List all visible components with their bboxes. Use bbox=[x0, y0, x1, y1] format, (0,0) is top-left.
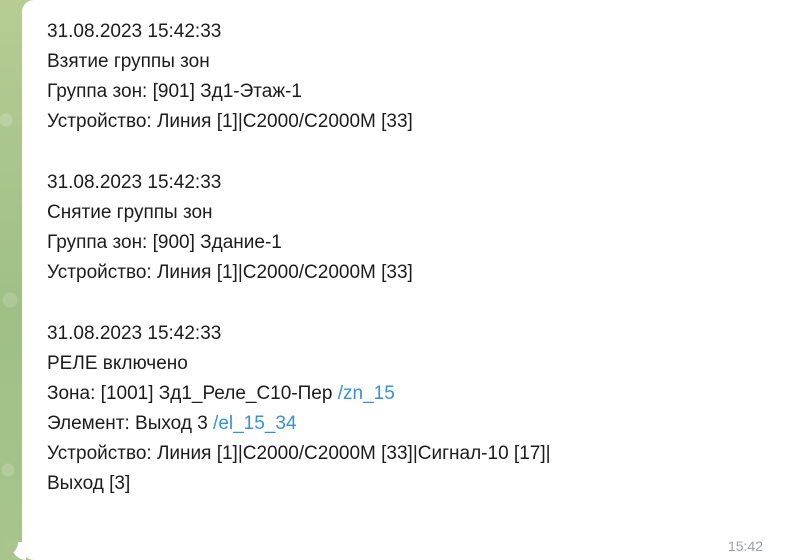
event-block-disarming: 31.08.2023 15:42:33 Снятие группы зон Гр… bbox=[47, 168, 787, 288]
event-zone: Зона: [1001] Зд1_Реле_С10-Пер /zn_15 bbox=[47, 379, 787, 409]
event-datetime: 31.08.2023 15:42:33 bbox=[47, 172, 222, 193]
event-datetime: 31.08.2023 15:42:33 bbox=[47, 323, 222, 344]
event-title: Снятие группы зон bbox=[47, 202, 213, 223]
element-command-link[interactable]: /el_15_34 bbox=[213, 413, 296, 434]
message-timestamp: 15:42 bbox=[727, 538, 763, 554]
event-element-text: Элемент: Выход 3 bbox=[47, 413, 214, 434]
event-zone-group: Группа зон: [900] Здание-1 bbox=[47, 232, 282, 253]
event-block-arming: 31.08.2023 15:42:33 Взятие группы зон Гр… bbox=[47, 17, 787, 137]
event-element: Элемент: Выход 3 /el_15_34 bbox=[47, 409, 787, 439]
event-device: Устройство: Линия [1]|С2000/С2000М [33]|… bbox=[47, 443, 551, 464]
event-title: Взятие группы зон bbox=[47, 51, 210, 72]
event-device: Устройство: Линия [1]|С2000/С2000М [33] bbox=[47, 262, 413, 283]
event-title: РЕЛЕ включено bbox=[47, 353, 188, 374]
event-zone-group: Группа зон: [901] Зд1-Этаж-1 bbox=[47, 81, 302, 102]
event-block-relay: 31.08.2023 15:42:33 РЕЛЕ включено Зона: … bbox=[47, 319, 787, 499]
message-bubble[interactable]: 31.08.2023 15:42:33 Взятие группы зон Гр… bbox=[22, 0, 787, 560]
event-device: Устройство: Линия [1]|С2000/С2000М [33] bbox=[47, 111, 413, 132]
event-zone-text: Зона: [1001] Зд1_Реле_С10-Пер bbox=[47, 383, 338, 404]
event-datetime: 31.08.2023 15:42:33 bbox=[47, 21, 222, 42]
event-device-continued: Выход [3] bbox=[47, 473, 131, 494]
zone-command-link[interactable]: /zn_15 bbox=[338, 383, 395, 404]
